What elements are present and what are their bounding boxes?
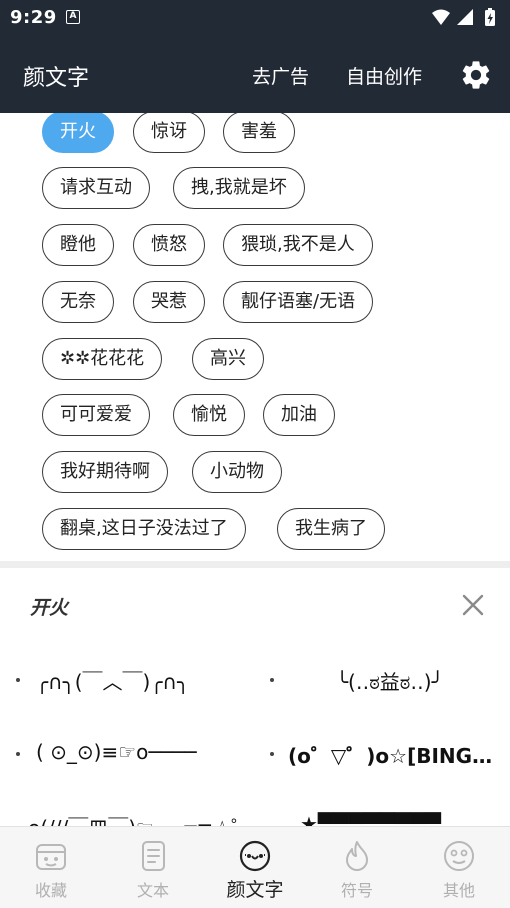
status-bar: 9:29 A <box>0 0 510 36</box>
tag-chip[interactable]: 请求互动 <box>42 167 150 209</box>
tag-chip[interactable]: 开火 <box>42 113 114 153</box>
list-bullet <box>16 678 20 682</box>
tag-chip[interactable]: 高兴 <box>192 338 264 380</box>
kaomoji-item[interactable]: ★▀▀▀▀▀▀▀▀ <box>300 812 450 826</box>
tag-chip[interactable]: 靓仔语塞/无语 <box>223 281 374 323</box>
tag-chip[interactable]: 愤怒 <box>133 224 205 266</box>
nav-text[interactable]: 文本 <box>102 827 204 908</box>
nav-label: 收藏 <box>34 881 67 900</box>
nav-label: 其他 <box>442 881 475 900</box>
tag-chip[interactable]: 瞪他 <box>42 224 114 266</box>
section-divider <box>0 561 510 568</box>
nav-symbols[interactable]: 符号 <box>306 827 408 908</box>
nav-kaomoji[interactable]: 颜文字 <box>204 827 306 908</box>
tag-chip[interactable]: 加油 <box>263 394 335 436</box>
flame-icon <box>346 841 368 871</box>
kaomoji-face-icon <box>239 840 271 872</box>
bottom-navigation: 收藏 文本 颜文字 符号 其他 <box>0 826 510 908</box>
cell-signal-icon <box>457 9 473 25</box>
tag-chip[interactable]: ✲✲花花花 <box>42 338 163 380</box>
nav-label: 颜文字 <box>226 879 284 901</box>
nav-label: 文本 <box>136 881 169 900</box>
kaomoji-item[interactable]: ( ⊙_⊙)≡☞o──── <box>36 740 236 764</box>
tag-chip[interactable]: 我好期待啊 <box>42 451 168 493</box>
tag-chip[interactable]: 愉悦 <box>173 394 245 436</box>
free-create-button[interactable]: 自由创作 <box>346 62 422 89</box>
tag-chip[interactable]: 猥琐,我不是人 <box>223 224 373 266</box>
battery-icon <box>485 8 495 26</box>
close-icon[interactable] <box>460 592 486 618</box>
tag-chip[interactable]: 哭惹 <box>133 281 205 323</box>
tag-chip[interactable]: 无奈 <box>42 281 114 323</box>
kaomoji-item[interactable]: ╰(‥ಠ益ಠ‥)╯ <box>336 666 496 695</box>
tag-chip[interactable]: 翻桌,这日子没法过了 <box>42 508 246 550</box>
kaomoji-panel: 开火 ╭∩╮(￣︿￣)╭∩╮ ╰(‥ಠ益ಠ‥)╯ ( ⊙_⊙)≡☞o──── (… <box>0 568 510 826</box>
system-status-icons <box>432 8 495 26</box>
kaomoji-item[interactable]: o(///￣皿￣)☞ ──═≡☆゜ <box>28 812 288 826</box>
tag-chip[interactable]: 我生病了 <box>277 508 385 550</box>
emoji-face-icon <box>444 841 474 871</box>
status-time: 9:29 <box>10 7 57 28</box>
list-bullet <box>16 752 20 756</box>
nav-label: 符号 <box>340 881 373 900</box>
nav-other[interactable]: 其他 <box>408 827 510 908</box>
favorites-box-icon <box>36 844 66 870</box>
tag-chip[interactable]: 可可爱爱 <box>42 394 150 436</box>
wifi-icon <box>432 9 450 25</box>
tag-chip[interactable]: 惊讶 <box>133 113 205 153</box>
kaomoji-item[interactable]: (o゜▽゜)o☆[BINGO!] <box>288 740 496 769</box>
nav-favorites[interactable]: 收藏 <box>0 827 102 908</box>
remove-ads-button[interactable]: 去广告 <box>252 62 309 89</box>
list-bullet <box>270 678 274 682</box>
kaomoji-item[interactable]: ╭∩╮(￣︿￣)╭∩╮ <box>36 666 246 695</box>
list-bullet <box>270 752 274 756</box>
app-bar: 颜文字 去广告 自由创作 <box>0 36 510 113</box>
gear-icon[interactable] <box>459 58 493 92</box>
notification-icon: A <box>66 10 80 24</box>
tag-chip[interactable]: 小动物 <box>192 451 282 493</box>
panel-title: 开火 <box>30 597 69 619</box>
document-icon <box>142 841 165 871</box>
category-tag-list: 开火 惊讶 害羞 请求互动 拽,我就是坏 瞪他 愤怒 猥琐,我不是人 无奈 哭惹… <box>0 113 510 561</box>
tag-chip[interactable]: 拽,我就是坏 <box>173 167 305 209</box>
tag-chip[interactable]: 害羞 <box>223 113 295 153</box>
app-title: 颜文字 <box>23 66 90 91</box>
